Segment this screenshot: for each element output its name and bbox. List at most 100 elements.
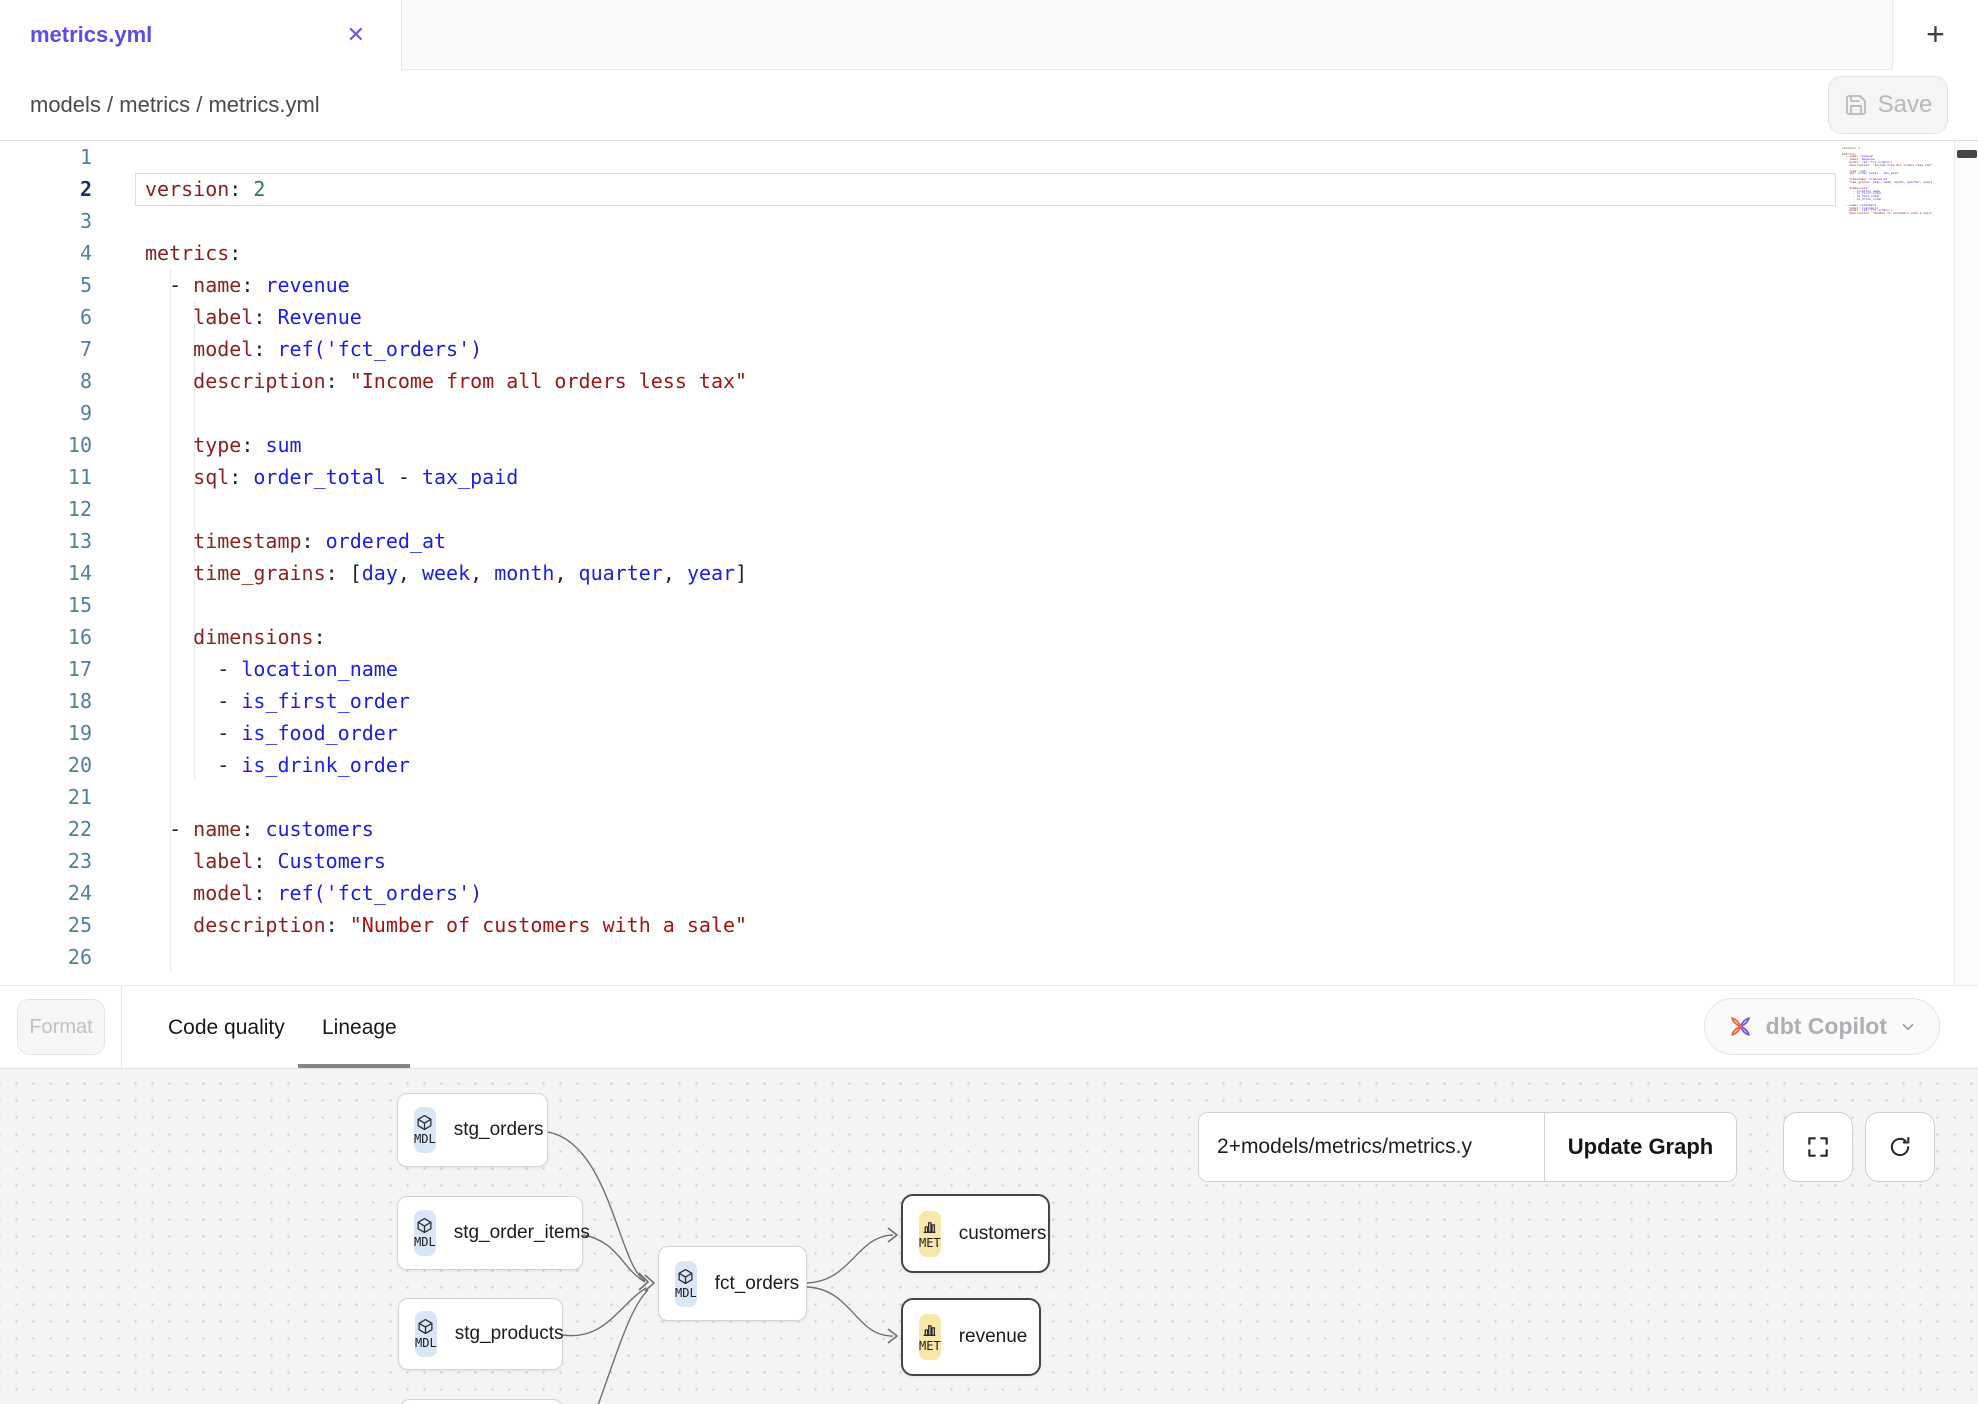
line-text: - location_name <box>92 653 398 685</box>
code-line[interactable]: 7 model: ref('fct_orders') <box>0 333 1978 365</box>
update-graph-button[interactable]: Update Graph <box>1544 1113 1736 1181</box>
code-line[interactable]: 26 <box>0 941 1978 973</box>
lineage-node-customers[interactable]: MET customers <box>901 1194 1050 1273</box>
code-line[interactable]: 5 - name: revenue <box>0 269 1978 301</box>
code-line[interactable]: 12 <box>0 493 1978 525</box>
code-line[interactable]: 2version: 2 <box>0 173 1978 205</box>
lineage-node-fct-orders[interactable]: MDL fct_orders <box>658 1246 807 1321</box>
chevron-down-icon <box>1899 1018 1917 1036</box>
tab-code-quality[interactable]: Code quality <box>168 986 285 1069</box>
bar-chart-icon <box>921 1218 938 1235</box>
tab-strip: metrics.yml ✕ + <box>0 0 1978 70</box>
line-number: 13 <box>0 525 92 557</box>
line-text: metrics: <box>92 237 241 269</box>
lineage-node-revenue[interactable]: MET revenue <box>901 1298 1041 1376</box>
code-line[interactable]: 3 <box>0 205 1978 237</box>
line-number: 14 <box>0 557 92 589</box>
dbt-copilot-button[interactable]: dbt Copilot <box>1704 998 1940 1055</box>
lineage-node-stg-orders[interactable]: MDL stg_orders <box>397 1093 548 1167</box>
refresh-button[interactable] <box>1865 1112 1935 1182</box>
line-number: 1 <box>0 141 92 173</box>
line-text <box>92 397 145 429</box>
lineage-node-stg-products[interactable]: MDL stg_products <box>398 1298 563 1370</box>
line-text: - name: revenue <box>92 269 350 301</box>
code-line[interactable]: 17 - location_name <box>0 653 1978 685</box>
code-line[interactable]: 23 label: Customers <box>0 845 1978 877</box>
code-line[interactable]: 11 sql: order_total - tax_paid <box>0 461 1978 493</box>
code-line[interactable]: 20 - is_drink_order <box>0 749 1978 781</box>
line-text: - name: customers <box>92 813 374 845</box>
line-number: 12 <box>0 493 92 525</box>
copilot-label: dbt Copilot <box>1766 1013 1887 1040</box>
code-line[interactable]: 4metrics: <box>0 237 1978 269</box>
line-text <box>92 141 145 173</box>
scrollbar-thumb[interactable] <box>1957 150 1977 158</box>
code-line[interactable]: 8 description: "Income from all orders l… <box>0 365 1978 397</box>
line-number: 3 <box>0 205 92 237</box>
line-text: timestamp: ordered_at <box>92 525 446 557</box>
line-text: model: ref('fct_orders') <box>92 333 482 365</box>
save-button[interactable]: Save <box>1828 76 1948 134</box>
cube-icon <box>677 1268 694 1285</box>
line-number: 25 <box>0 909 92 941</box>
new-tab-button[interactable]: + <box>1892 0 1978 70</box>
line-number: 23 <box>0 845 92 877</box>
code-line[interactable]: 18 - is_first_order <box>0 685 1978 717</box>
metric-badge: MET <box>919 1314 941 1360</box>
ide-window: metrics.yml ✕ + models / metrics / metri… <box>0 0 1978 1404</box>
line-number: 5 <box>0 269 92 301</box>
line-number: 18 <box>0 685 92 717</box>
line-number: 11 <box>0 461 92 493</box>
code-line[interactable]: 10 type: sum <box>0 429 1978 461</box>
editor-scrollbar[interactable] <box>1954 141 1978 985</box>
code-lines[interactable]: 12version: 234metrics:5 - name: revenue6… <box>0 141 1978 973</box>
bottom-toolbar: Format Code quality Lineage dbt Copilot <box>0 985 1978 1068</box>
code-line[interactable]: 21 <box>0 781 1978 813</box>
line-text: description: "Number of customers with a… <box>92 909 747 941</box>
metric-badge: MET <box>919 1211 941 1257</box>
code-editor[interactable]: 12version: 234metrics:5 - name: revenue6… <box>0 141 1978 985</box>
code-line[interactable]: 24 model: ref('fct_orders') <box>0 877 1978 909</box>
code-line[interactable]: 25 description: "Number of customers wit… <box>0 909 1978 941</box>
cube-icon <box>416 1217 433 1234</box>
code-line[interactable]: 14 time_grains: [day, week, month, quart… <box>0 557 1978 589</box>
code-line[interactable]: 1 <box>0 141 1978 173</box>
line-text: - is_food_order <box>92 717 398 749</box>
fullscreen-button[interactable] <box>1783 1112 1853 1182</box>
line-text: label: Revenue <box>92 301 362 333</box>
tab-metrics-yml[interactable]: metrics.yml ✕ <box>0 0 402 70</box>
minimap[interactable]: version: 2metrics: - name: revenue label… <box>1842 144 1950 218</box>
line-text: dimensions: <box>92 621 326 653</box>
line-number: 20 <box>0 749 92 781</box>
line-text: model: ref('fct_orders') <box>92 877 482 909</box>
line-number: 9 <box>0 397 92 429</box>
lineage-graph[interactable]: MDL stg_orders MDL stg_order_items MDL s… <box>0 1068 1978 1404</box>
model-badge: MDL <box>675 1261 697 1307</box>
close-icon[interactable]: ✕ <box>347 24 365 46</box>
code-line[interactable]: 13 timestamp: ordered_at <box>0 525 1978 557</box>
cube-icon <box>417 1318 434 1335</box>
code-line[interactable]: 6 label: Revenue <box>0 301 1978 333</box>
line-number: 15 <box>0 589 92 621</box>
save-label: Save <box>1878 91 1933 119</box>
refresh-icon <box>1887 1134 1913 1160</box>
line-text <box>92 941 145 973</box>
code-line[interactable]: 16 dimensions: <box>0 621 1978 653</box>
code-line[interactable]: 22 - name: customers <box>0 813 1978 845</box>
line-number: 4 <box>0 237 92 269</box>
line-number: 17 <box>0 653 92 685</box>
tab-strip-empty <box>402 0 1892 70</box>
format-button[interactable]: Format <box>17 999 105 1055</box>
dbt-logo-icon <box>1727 1013 1754 1040</box>
code-line[interactable]: 19 - is_food_order <box>0 717 1978 749</box>
code-line[interactable]: 9 <box>0 397 1978 429</box>
graph-selector-input[interactable] <box>1199 1113 1544 1181</box>
line-text: label: Customers <box>92 845 386 877</box>
lineage-node-stg-order-items[interactable]: MDL stg_order_items <box>397 1196 583 1270</box>
line-text: type: sum <box>92 429 302 461</box>
tab-title: metrics.yml <box>30 22 152 48</box>
code-line[interactable]: 15 <box>0 589 1978 621</box>
plus-icon: + <box>1926 16 1945 53</box>
lineage-node-partial[interactable] <box>400 1399 563 1404</box>
tab-lineage[interactable]: Lineage <box>322 986 397 1069</box>
